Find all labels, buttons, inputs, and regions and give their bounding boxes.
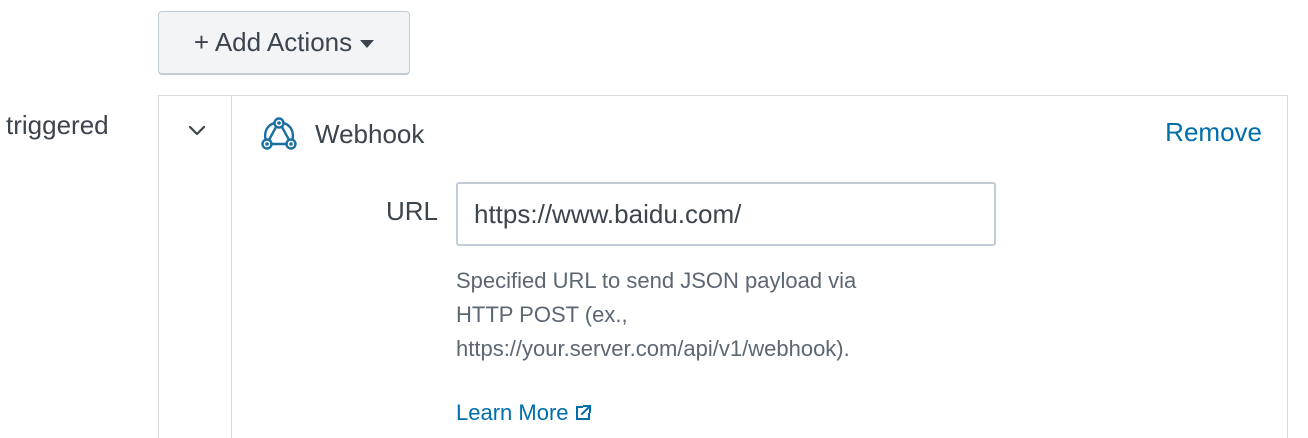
chevron-down-icon[interactable]: [187, 120, 207, 140]
alert-actions-page: + Add Actions triggered Webhook Remove U…: [0, 0, 1308, 438]
caret-down-icon: [360, 39, 375, 48]
learn-more-label: Learn More: [456, 400, 569, 425]
url-input[interactable]: [456, 182, 996, 246]
add-actions-label: + Add Actions: [193, 27, 353, 57]
collapse-column: [159, 96, 232, 438]
url-label: URL: [386, 196, 439, 226]
webhook-icon: [261, 117, 297, 150]
action-title: Webhook: [315, 118, 425, 149]
trigger-label: triggered: [6, 110, 109, 140]
url-help-text: Specified URL to send JSON payload via H…: [456, 268, 857, 361]
add-actions-button[interactable]: + Add Actions: [158, 11, 410, 75]
external-link-icon: [575, 404, 591, 420]
learn-more-link[interactable]: Learn More: [456, 400, 592, 426]
remove-link[interactable]: Remove: [1165, 117, 1262, 148]
webhook-action-panel: Webhook Remove URL Specified URL to send…: [158, 95, 1288, 438]
action-header: Webhook: [259, 114, 424, 154]
